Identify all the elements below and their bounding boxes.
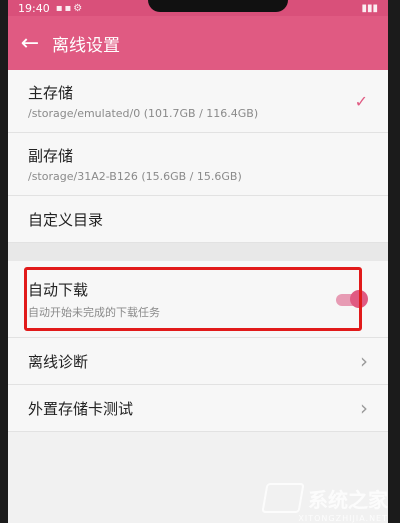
storage-section: 主存储 /storage/emulated/0 (101.7GB / 116.4…	[8, 70, 388, 243]
primary-storage-label: 主存储	[28, 84, 74, 102]
site-watermark: 系统之家 XITONGZHIJIA.NET	[261, 483, 388, 523]
watermark-url: XITONGZHIJIA.NET	[298, 514, 388, 523]
back-arrow-icon[interactable]: ←	[8, 31, 52, 56]
status-time: 19:40	[18, 1, 50, 15]
red-highlight-box	[24, 267, 362, 331]
tools-section: 离线诊断 › 外置存储卡测试 ›	[8, 338, 388, 432]
secondary-storage-label: 副存储	[28, 147, 74, 165]
camera-notch	[148, 0, 288, 12]
offline-diagnose-label: 离线诊断	[28, 352, 89, 371]
page-title: 离线设置	[52, 35, 120, 56]
sdcard-test-item[interactable]: 外置存储卡测试 ›	[8, 385, 388, 432]
signal-battery-icon: ▮▮▮	[361, 2, 378, 14]
notification-icons: ▪▪⚙	[55, 2, 85, 14]
house-logo-icon	[261, 483, 305, 513]
section-divider	[8, 243, 388, 261]
checkmark-icon: ✓	[354, 91, 368, 111]
sdcard-test-label: 外置存储卡测试	[28, 399, 134, 418]
status-bar: 19:40 ▪▪⚙ ▮▮▮	[8, 0, 388, 16]
auto-download-section: 自动下载 自动开始未完成的下载任务	[8, 261, 388, 338]
offline-diagnose-item[interactable]: 离线诊断 ›	[8, 338, 388, 385]
chevron-right-icon: ›	[360, 396, 368, 420]
primary-storage-item[interactable]: 主存储 /storage/emulated/0 (101.7GB / 116.4…	[8, 70, 388, 133]
secondary-storage-item[interactable]: 副存储 /storage/31A2-B126 (15.6GB / 15.6GB)	[8, 133, 388, 196]
chevron-right-icon: ›	[360, 349, 368, 373]
phone-screen: 19:40 ▪▪⚙ ▮▮▮ ← 离线设置 主存储 /storage/emulat…	[8, 0, 388, 523]
app-bar: ← 离线设置	[8, 16, 388, 70]
primary-storage-path: /storage/emulated/0 (101.7GB / 116.4GB)	[28, 107, 259, 120]
custom-directory-item[interactable]: 自定义目录	[8, 196, 388, 243]
secondary-storage-path: /storage/31A2-B126 (15.6GB / 15.6GB)	[28, 170, 242, 183]
watermark-text: 系统之家	[308, 487, 388, 512]
custom-directory-label: 自定义目录	[28, 210, 104, 229]
